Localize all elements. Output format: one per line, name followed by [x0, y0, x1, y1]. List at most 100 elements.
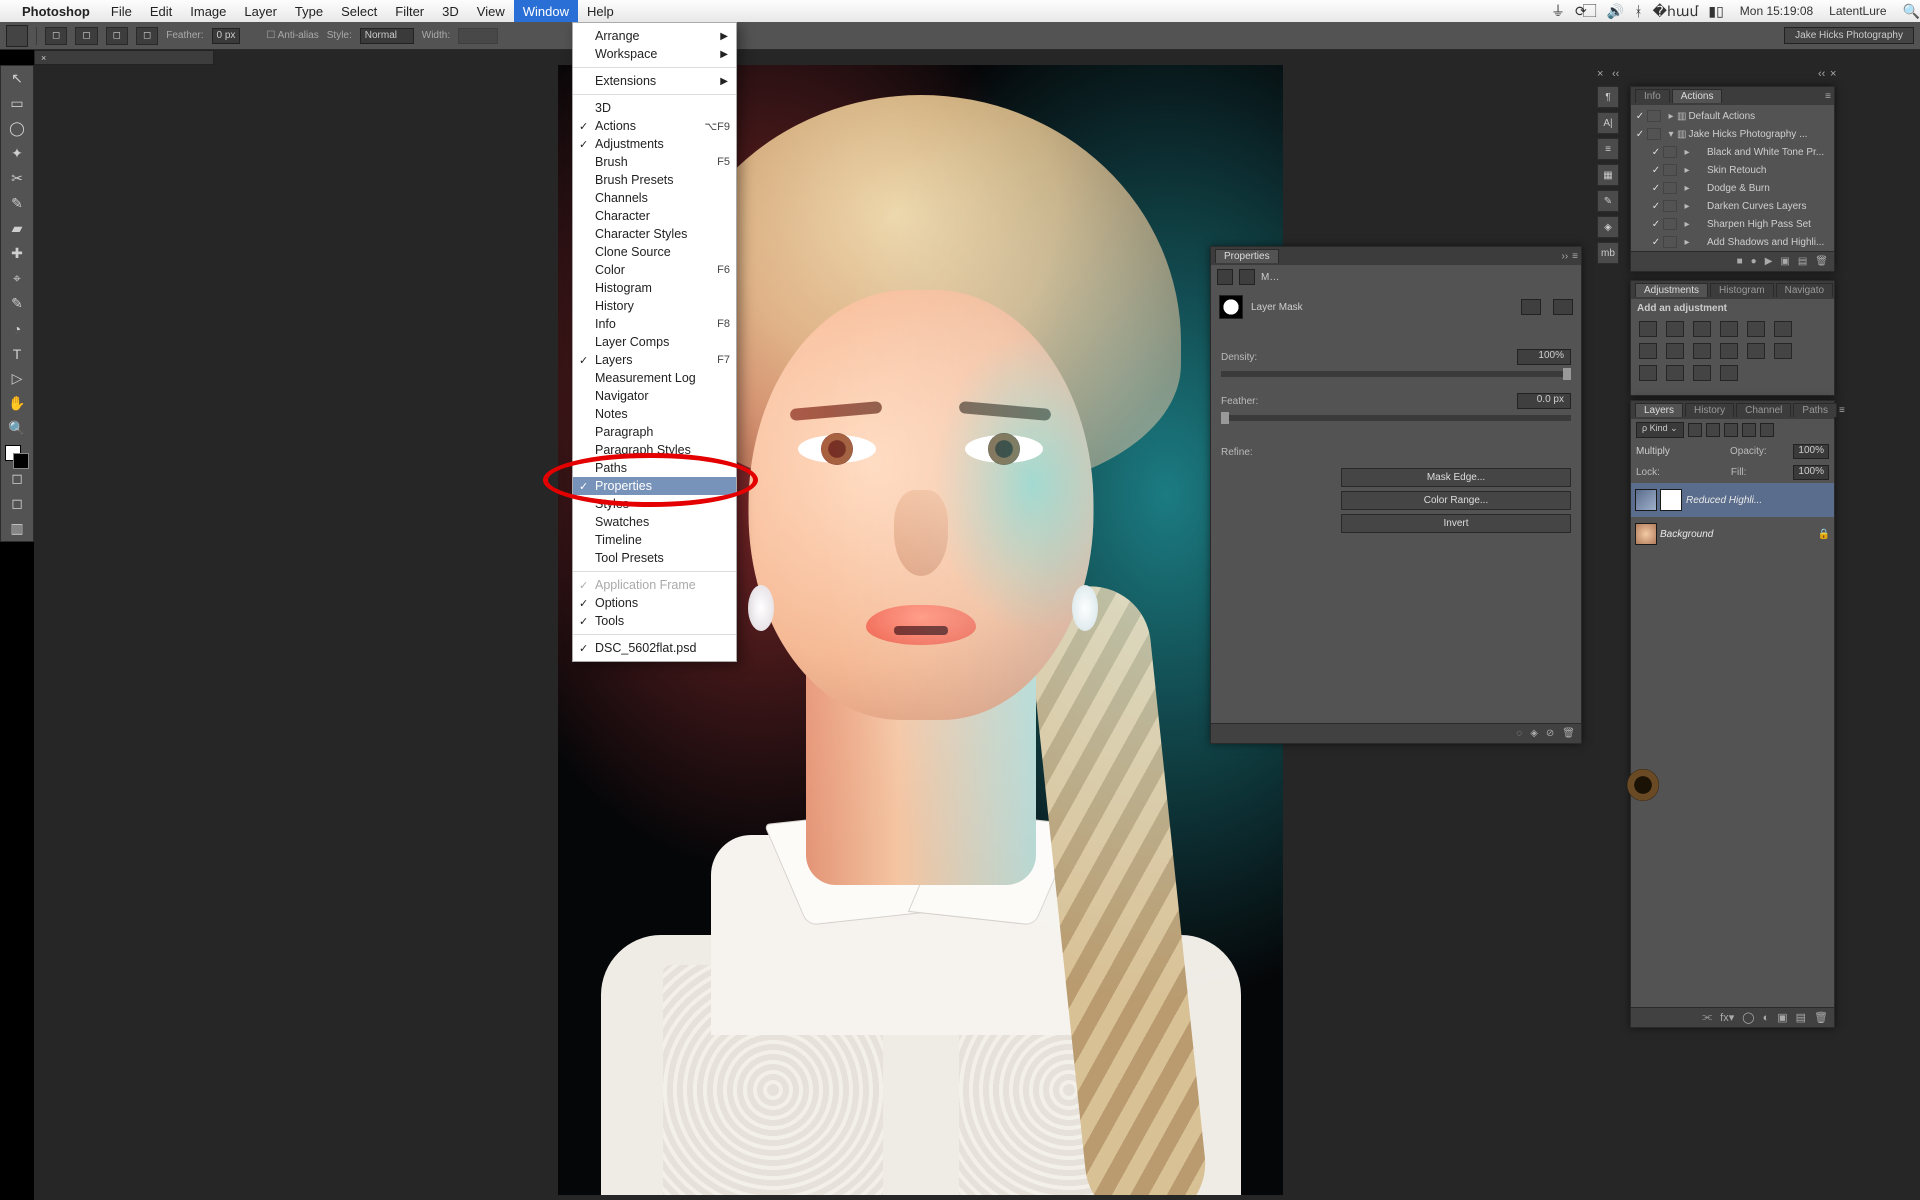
collapse-icon[interactable]: ‹‹ [1818, 68, 1825, 80]
tool-button[interactable]: ▰ [1, 216, 33, 241]
adj-icon[interactable] [1747, 321, 1765, 337]
menu-item-clone-source[interactable]: Clone Source [573, 243, 736, 261]
menu-item-character[interactable]: Character [573, 207, 736, 225]
panel-menu-icon[interactable]: ≡ [1839, 405, 1845, 416]
menu-window[interactable]: Window [514, 0, 578, 22]
fx-icon[interactable]: fx▾ [1720, 1011, 1734, 1024]
adj-icon[interactable] [1774, 343, 1792, 359]
menu-edit[interactable]: Edit [141, 0, 181, 22]
disable-mask-icon[interactable]: ⊘ [1546, 728, 1554, 739]
layer-row[interactable]: 👁Background🔒 [1631, 517, 1834, 551]
invert-button[interactable]: Invert [1341, 514, 1571, 533]
panel-menu-icon[interactable]: ≡ [1572, 251, 1578, 262]
tool-button[interactable]: ↖ [1, 66, 33, 91]
menu-item-timeline[interactable]: Timeline [573, 531, 736, 549]
screen-mode-icon[interactable]: ◻ [1, 466, 33, 491]
antialias-checkbox[interactable]: ☐ Anti-alias [266, 30, 318, 41]
window-menu-dropdown[interactable]: Arrange▶Workspace▶Extensions▶3D✓Actions⌥… [572, 22, 737, 662]
menu-item-properties[interactable]: ✓Properties [573, 477, 736, 495]
menu-item-actions[interactable]: ✓Actions⌥F9 [573, 117, 736, 135]
properties-tab[interactable]: Properties [1215, 249, 1279, 263]
adj-icon[interactable] [1666, 343, 1684, 359]
action-row[interactable]: ✓▸▥Default Actions [1631, 107, 1834, 125]
mask-edge-button[interactable]: Mask Edge... [1341, 468, 1571, 487]
selection-mode-new[interactable]: ◻ [45, 27, 67, 45]
action-row[interactable]: ✓▸Add Shadows and Highli... [1631, 233, 1834, 251]
menu-image[interactable]: Image [181, 0, 235, 22]
menu-item-navigator[interactable]: Navigator [573, 387, 736, 405]
navigator-tab[interactable]: Navigato [1776, 283, 1833, 297]
adj-icon[interactable] [1666, 365, 1684, 381]
paths-tab[interactable]: Paths [1793, 403, 1837, 417]
tool-button[interactable]: ◔ [1, 316, 33, 341]
adj-icon[interactable] [1639, 321, 1657, 337]
adj-icon[interactable] [1720, 321, 1738, 337]
adj-icon[interactable] [1720, 343, 1738, 359]
menu-item-workspace[interactable]: Workspace▶ [573, 45, 736, 63]
mask-btn1[interactable] [1521, 299, 1541, 315]
menu-item-tool-presets[interactable]: Tool Presets [573, 549, 736, 567]
adj-icon[interactable] [1639, 343, 1657, 359]
action-row[interactable]: ✓▸Darken Curves Layers [1631, 197, 1834, 215]
tool-button[interactable]: ⌖ [1, 266, 33, 291]
menu-item-dsc-5602flat-psd[interactable]: ✓DSC_5602flat.psd [573, 639, 736, 657]
layer-row[interactable]: 👁Reduced Highli... [1631, 483, 1834, 517]
menu-item-layer-comps[interactable]: Layer Comps [573, 333, 736, 351]
menu-item-histogram[interactable]: Histogram [573, 279, 736, 297]
histogram-tab[interactable]: Histogram [1710, 283, 1774, 297]
menu-item-styles[interactable]: Styles [573, 495, 736, 513]
feather-slider[interactable] [1221, 415, 1571, 421]
brush-icon[interactable]: ✎ [1597, 190, 1619, 212]
selection-mode-sub[interactable]: ◻ [106, 27, 128, 45]
color-swatch[interactable] [1, 441, 33, 466]
tool-button[interactable]: ▷ [1, 366, 33, 391]
menu-item-extensions[interactable]: Extensions▶ [573, 72, 736, 90]
visibility-icon[interactable]: 👁 [1635, 771, 1651, 799]
new-set-icon[interactable]: ▣ [1780, 256, 1789, 267]
menu-3d[interactable]: 3D [433, 0, 468, 22]
channels-tab[interactable]: Channel [1736, 403, 1791, 417]
layers-tab[interactable]: Layers [1635, 403, 1683, 417]
action-row[interactable]: ✓▸Dodge & Burn [1631, 179, 1834, 197]
adjustments-tab[interactable]: Adjustments [1635, 283, 1708, 297]
trash-icon[interactable]: 🗑 [1814, 1011, 1828, 1024]
collapse-icon[interactable]: ›› [1561, 251, 1568, 262]
apply-mask-icon[interactable]: ◈ [1530, 728, 1538, 739]
style-select[interactable]: Normal [360, 28, 414, 44]
feather-input[interactable]: 0 px [212, 28, 241, 44]
adj-icon[interactable] [1693, 343, 1711, 359]
styles-icon[interactable]: ≡ [1597, 138, 1619, 160]
close-icon[interactable]: × [1830, 68, 1836, 80]
adj-icon[interactable] [1693, 321, 1711, 337]
menu-item-swatches[interactable]: Swatches [573, 513, 736, 531]
delete-mask-icon[interactable]: 🗑 [1562, 728, 1575, 739]
tool-button[interactable]: T [1, 341, 33, 366]
tool-button[interactable]: 🔍 [1, 416, 33, 441]
adj-layer-icon[interactable]: ◐ [1763, 1012, 1770, 1024]
mask-btn2[interactable] [1553, 299, 1573, 315]
tool-button[interactable]: ✋ [1, 391, 33, 416]
user-name[interactable]: LatentLure [1829, 4, 1886, 18]
feather-value-p[interactable]: 0.0 px [1517, 393, 1571, 409]
filter-img-icon[interactable] [1688, 423, 1702, 437]
menu-item-channels[interactable]: Channels [573, 189, 736, 207]
screen-mode-icon[interactable]: ◻ [1, 491, 33, 516]
history-tab[interactable]: History [1685, 403, 1734, 417]
menu-item-tools[interactable]: ✓Tools [573, 612, 736, 630]
color-range-button[interactable]: Color Range... [1341, 491, 1571, 510]
current-tool-icon[interactable] [6, 25, 28, 47]
filter-kind[interactable]: ρ Kind ⌄ [1636, 422, 1684, 438]
close-icon[interactable]: × [41, 53, 46, 63]
record-icon[interactable]: ● [1751, 256, 1757, 267]
play-icon[interactable]: ▶ [1765, 256, 1773, 267]
document-tab[interactable]: × [34, 50, 214, 65]
menu-type[interactable]: Type [286, 0, 332, 22]
group-icon[interactable]: ▣ [1777, 1011, 1787, 1024]
filter-shape-icon[interactable] [1742, 423, 1756, 437]
menu-item-paragraph-styles[interactable]: Paragraph Styles [573, 441, 736, 459]
actions-tab[interactable]: Actions [1672, 89, 1723, 103]
clock[interactable]: Mon 15:19:08 [1740, 4, 1813, 18]
tool-button[interactable]: ▭ [1, 91, 33, 116]
density-slider[interactable] [1221, 371, 1571, 377]
adj-icon[interactable] [1693, 365, 1711, 381]
